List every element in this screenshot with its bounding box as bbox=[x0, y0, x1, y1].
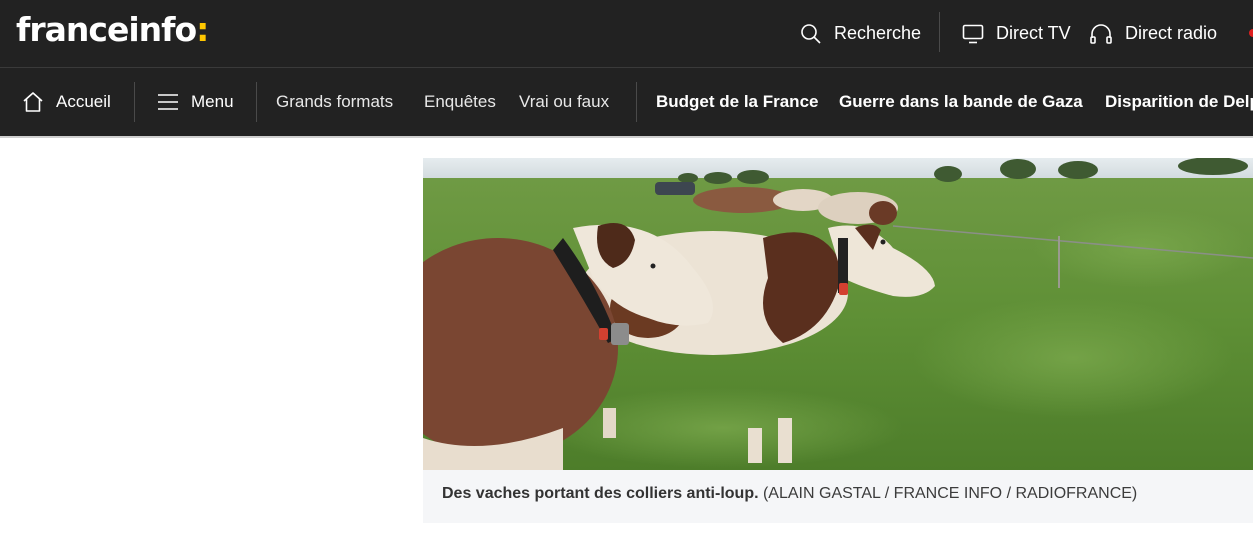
nav-divider bbox=[636, 82, 637, 122]
franceinfo-logo[interactable]: franceinfo: bbox=[16, 10, 209, 49]
nav-divider bbox=[134, 82, 135, 122]
nav-topic-disparition[interactable]: Disparition de Delp bbox=[1105, 68, 1253, 136]
nav-link-enquetes[interactable]: Enquêtes bbox=[424, 68, 496, 136]
cows-photo-illustration bbox=[423, 158, 1253, 470]
home-icon bbox=[23, 92, 43, 112]
search-icon bbox=[801, 23, 821, 44]
direct-radio-link[interactable]: Direct radio bbox=[1089, 23, 1217, 45]
article-figure: Des vaches portant des colliers anti-lou… bbox=[423, 158, 1253, 523]
search-label: Recherche bbox=[834, 23, 922, 43]
nav-home-label: Accueil bbox=[56, 92, 111, 111]
nav-topic-gaza[interactable]: Guerre dans la bande de Gaza bbox=[839, 68, 1083, 136]
search-button[interactable]: Recherche bbox=[800, 23, 921, 45]
logo-text: franceinfo bbox=[16, 10, 197, 49]
nav-menu-label: Menu bbox=[191, 92, 234, 111]
direct-tv-link[interactable]: Direct TV bbox=[962, 23, 1071, 45]
caption-credit: (ALAIN GASTAL / FRANCE INFO / RADIOFRANC… bbox=[758, 485, 1138, 502]
caption-text: Des vaches portant des colliers anti-lou… bbox=[442, 485, 759, 502]
hamburger-icon bbox=[158, 94, 178, 110]
direct-tv-label: Direct TV bbox=[996, 23, 1071, 43]
nav-divider bbox=[256, 82, 257, 122]
tv-icon bbox=[962, 24, 984, 43]
direct-radio-label: Direct radio bbox=[1125, 23, 1218, 43]
nav-menu-button[interactable]: Menu bbox=[157, 68, 234, 136]
site-header: franceinfo: Recherche Direct TV Direct r… bbox=[0, 0, 1253, 68]
photo-caption: Des vaches portant des colliers anti-lou… bbox=[442, 485, 1137, 503]
nav-home[interactable]: Accueil bbox=[22, 68, 111, 136]
headphones-icon bbox=[1090, 23, 1112, 44]
header-divider bbox=[939, 12, 940, 52]
nav-topic-budget[interactable]: Budget de la France bbox=[656, 68, 818, 136]
main-nav: Accueil Menu Grands formats Enquêtes Vra… bbox=[0, 68, 1253, 138]
nav-link-vrai-ou-faux[interactable]: Vrai ou faux bbox=[519, 68, 609, 136]
article-photo bbox=[423, 158, 1253, 470]
nav-link-grands-formats[interactable]: Grands formats bbox=[276, 68, 393, 136]
logo-colon: : bbox=[196, 10, 209, 49]
live-indicator bbox=[1249, 29, 1253, 37]
